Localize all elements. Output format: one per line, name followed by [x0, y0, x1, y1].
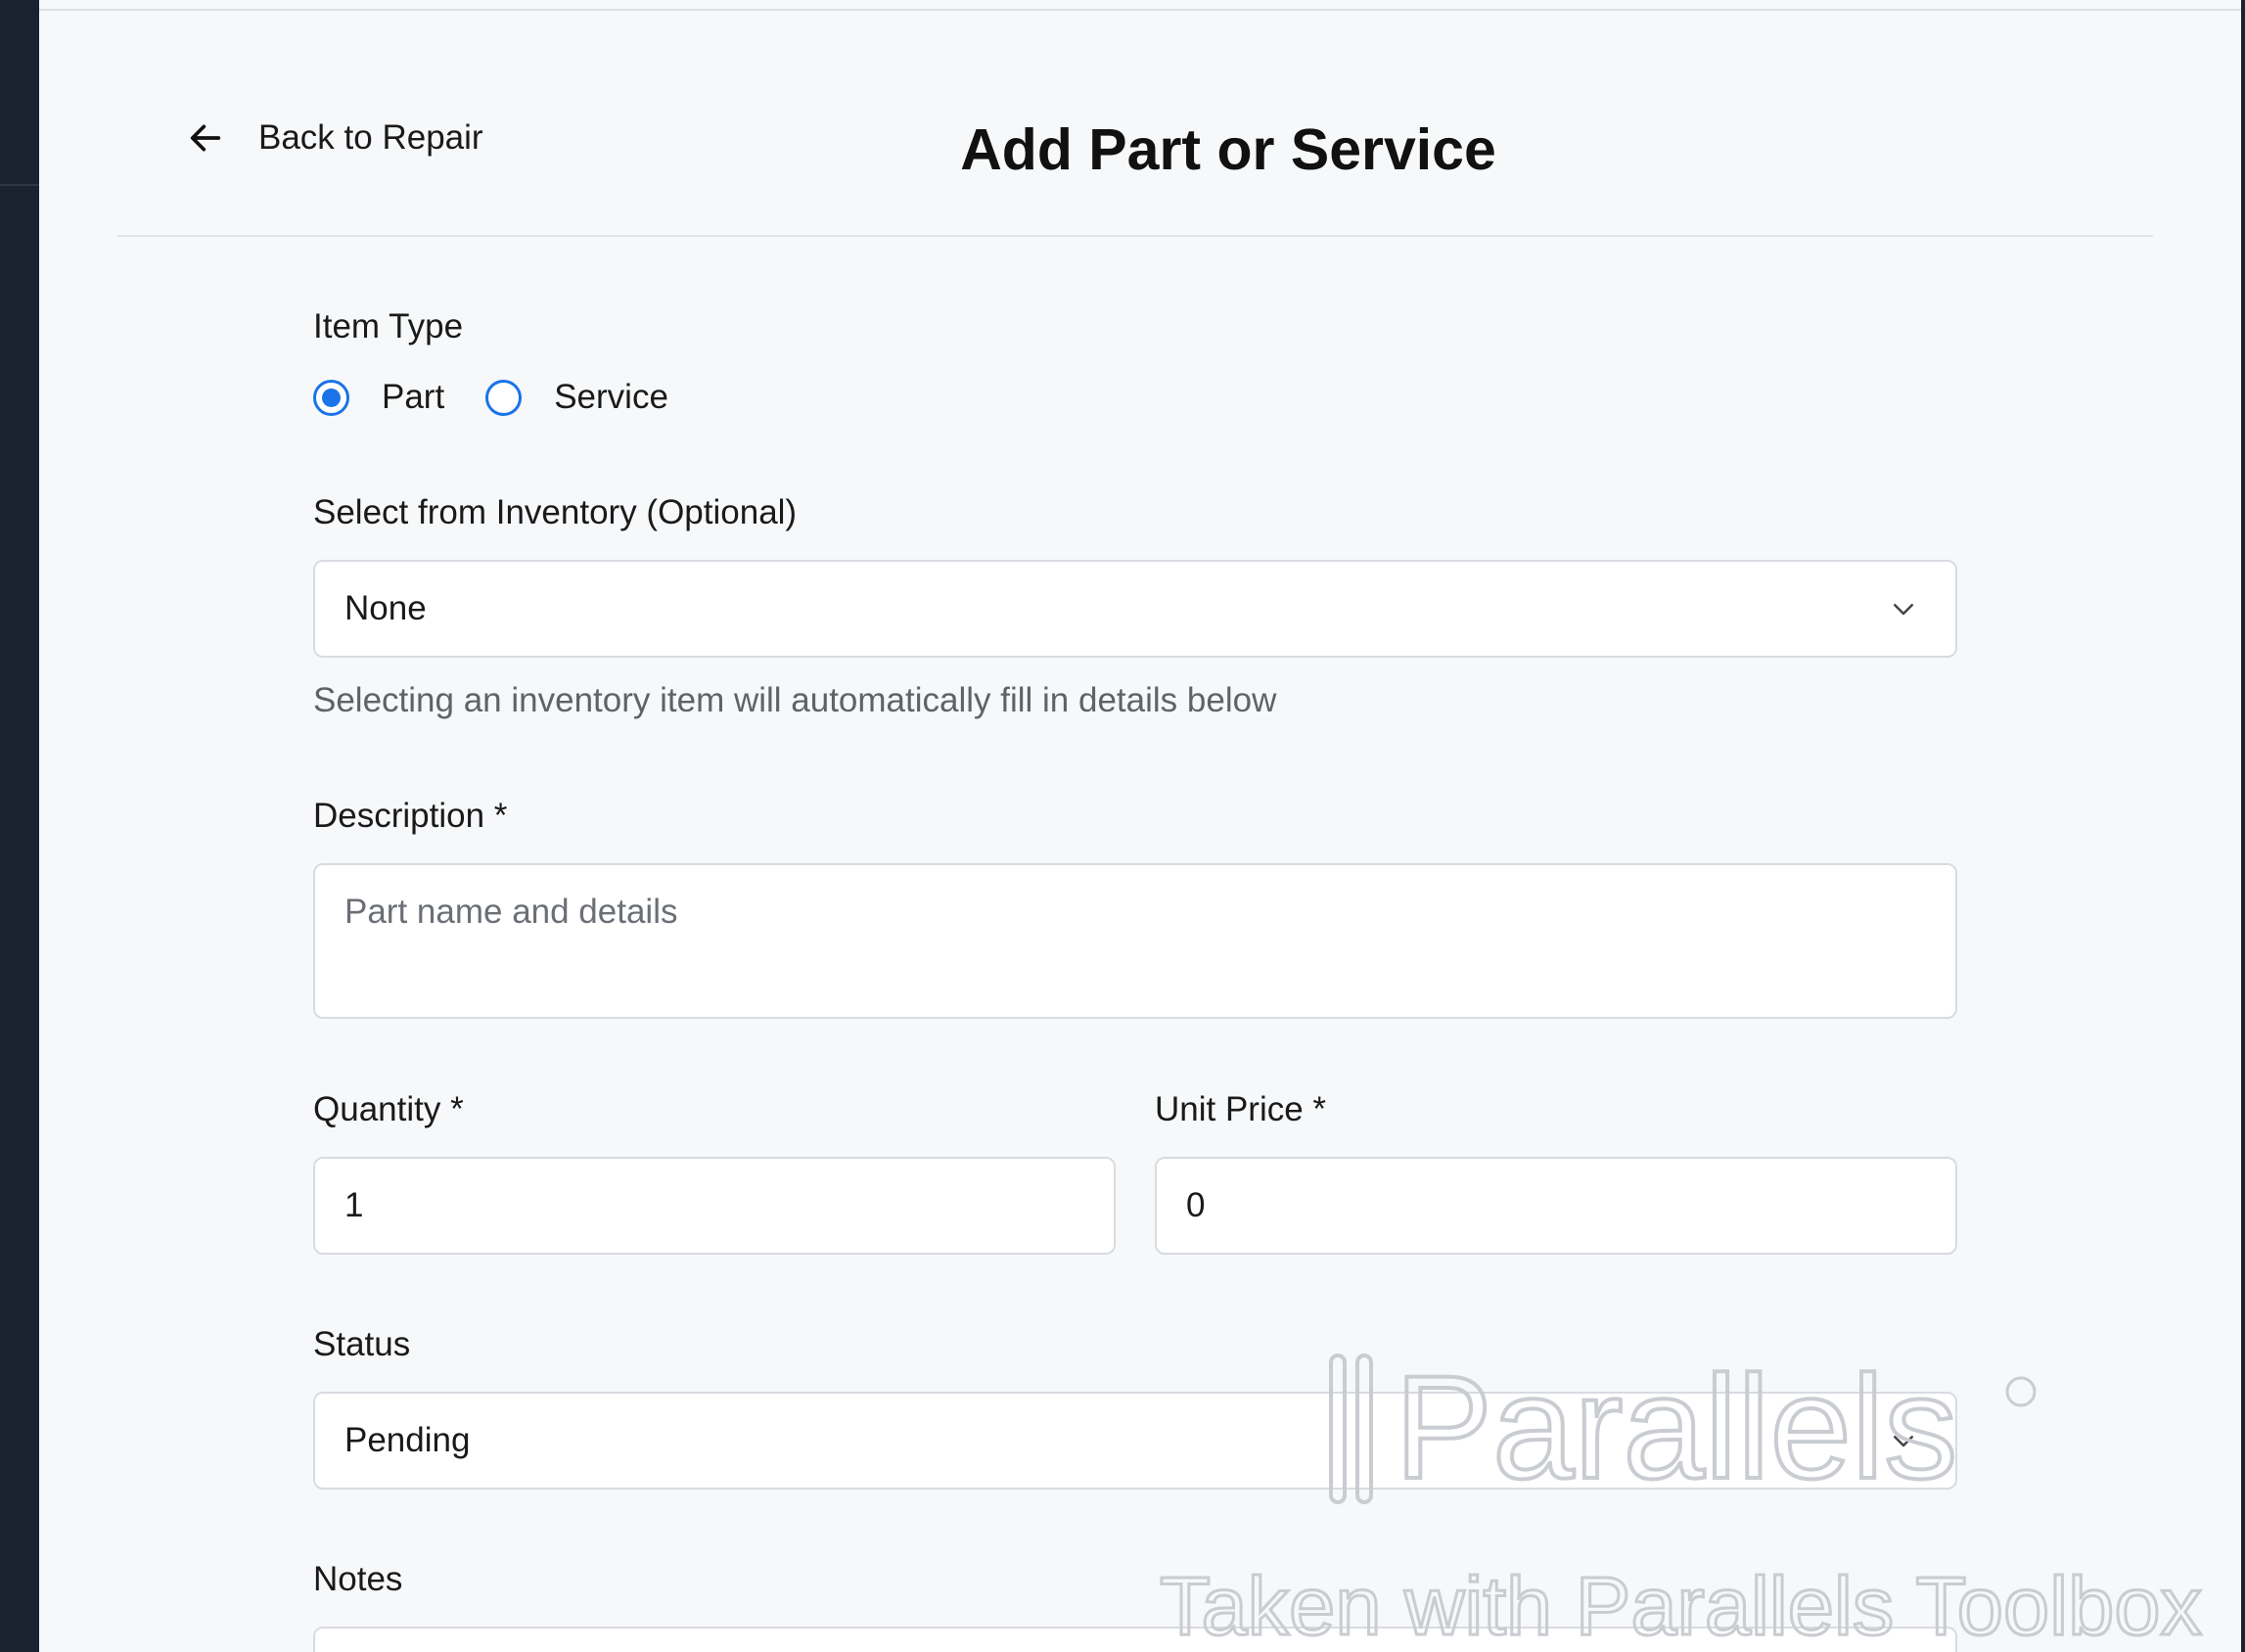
inventory-select-value: None [344, 589, 427, 627]
radio-service[interactable]: Service [485, 378, 668, 417]
item-type-radio-group: Part Service [313, 378, 668, 417]
main-content: Back to Repair Add Part or Service Item … [39, 11, 2241, 1652]
unit-price-label: Unit Price * [1155, 1090, 1327, 1128]
quantity-input[interactable]: 1 [313, 1157, 1116, 1255]
quantity-value: 1 [344, 1186, 364, 1224]
inventory-helper-text: Selecting an inventory item will automat… [313, 681, 1277, 719]
sidebar-divider [0, 184, 39, 186]
description-label: Description * [313, 797, 508, 835]
page-header: Back to Repair Add Part or Service [117, 11, 2153, 237]
page-title: Add Part or Service [960, 117, 1496, 182]
radio-part-indicator[interactable] [313, 379, 349, 416]
radio-part[interactable]: Part [313, 378, 444, 417]
unit-price-value: 0 [1186, 1186, 1206, 1224]
status-select-value: Pending [344, 1421, 471, 1459]
item-type-label: Item Type [313, 307, 464, 345]
left-sidebar-edge [0, 0, 39, 1652]
top-bar-divider [39, 0, 2241, 11]
chevron-down-icon [1894, 604, 1913, 616]
description-placeholder: Part name and details [344, 893, 678, 931]
inventory-label: Select from Inventory (Optional) [313, 493, 798, 531]
status-select[interactable]: Pending [313, 1392, 1957, 1490]
unit-price-input[interactable]: 0 [1155, 1157, 1957, 1255]
right-window-edge [2241, 0, 2245, 1652]
quantity-label: Quantity * [313, 1090, 464, 1128]
chevron-down-icon [1894, 1436, 1913, 1447]
radio-service-label[interactable]: Service [554, 378, 668, 417]
inventory-select[interactable]: None [313, 560, 1957, 658]
description-textarea[interactable]: Part name and details [313, 863, 1957, 1019]
notes-label: Notes [313, 1560, 403, 1598]
status-label: Status [313, 1325, 411, 1363]
radio-service-indicator[interactable] [485, 379, 523, 416]
radio-part-label[interactable]: Part [382, 378, 444, 417]
notes-textarea[interactable] [313, 1627, 1957, 1652]
